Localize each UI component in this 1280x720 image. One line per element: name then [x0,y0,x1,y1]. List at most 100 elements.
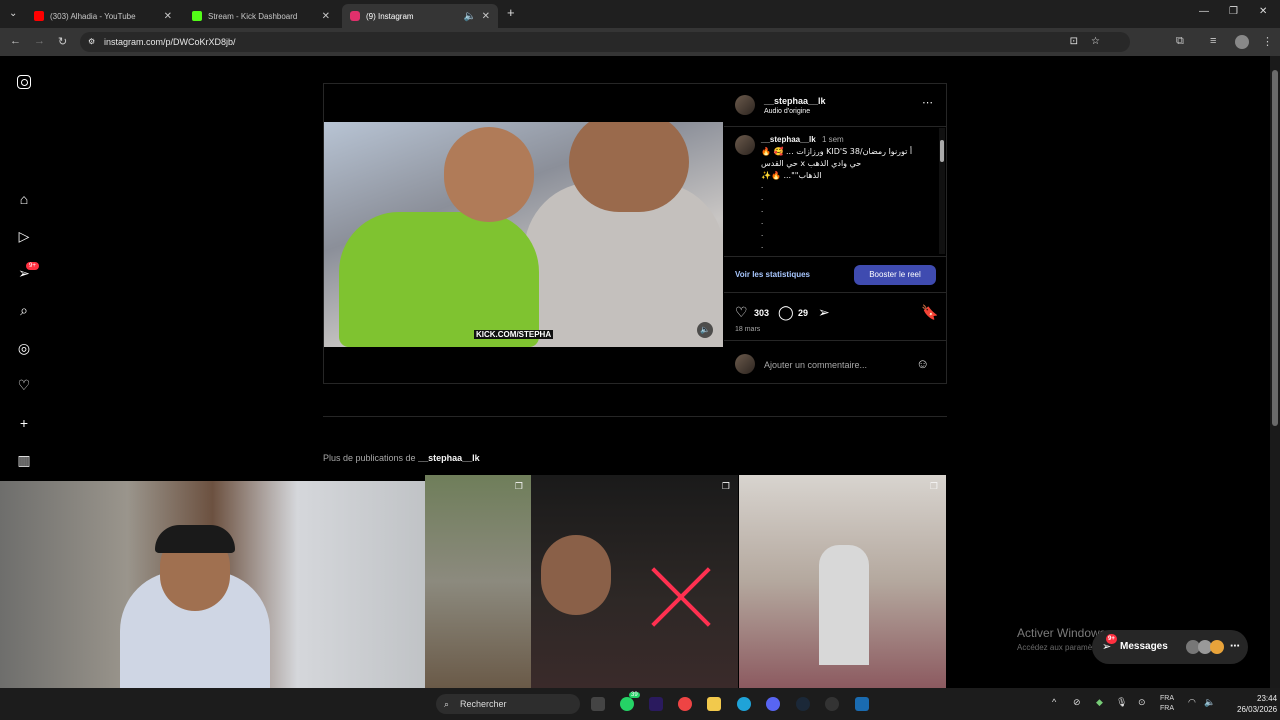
messages-popup[interactable]: ➢ 9+ Messages ⋯ [1092,630,1248,664]
menu-icon[interactable]: ⋮ [1262,35,1273,48]
mute-icon[interactable]: 🔈 [697,322,713,338]
boost-reel-button[interactable]: Booster le reel [854,265,936,285]
post-thumbnail[interactable]: ❐ [739,475,946,688]
home-icon[interactable]: ⌂ [16,191,32,207]
reels-icon[interactable]: ▷ [16,228,32,244]
task-view-icon[interactable] [591,697,605,711]
mic-icon[interactable]: 🎙 [1116,697,1127,708]
post-thumbnail[interactable]: ❐ [531,475,738,688]
back-icon[interactable]: ← [10,35,21,47]
media-icon[interactable]: ≡ [1210,35,1216,47]
maximize-button[interactable]: ❐ [1229,6,1238,17]
like-heart-icon[interactable]: ♡ [735,304,748,321]
whatsapp-icon[interactable] [620,697,634,711]
volume-icon[interactable]: 🔈 [1204,697,1215,708]
browser-tab-bar: ⌄ (303) Alhadia - YouTube ✕ Stream - Kic… [0,0,1280,28]
tab-youtube[interactable]: (303) Alhadia - YouTube ✕ [26,4,180,28]
tab-search-icon[interactable]: ⌄ [9,8,17,19]
clock-date: 26/03/2026 [1237,705,1278,714]
comment-count[interactable]: 29 [798,308,808,318]
messages-popup-badge: 9+ [1106,634,1117,644]
network-icon[interactable]: ⊙ [1138,697,1146,708]
reload-icon[interactable]: ↻ [58,35,67,48]
extensions-icon[interactable]: ⧉ [1176,35,1184,48]
carousel-icon: ❐ [721,481,730,491]
instagram-logo-icon[interactable] [16,74,32,90]
tray-chevron-icon[interactable]: ^ [1052,697,1056,707]
like-count[interactable]: 303 [754,308,769,318]
search-icon: ⌕ [444,699,450,709]
windows-taskbar: ⌕ Rechercher 39 ^ ⊘ ◆ 🎙 ⊙ FRA FRA ◠ 🔈 [0,688,1280,720]
messages-badge: 9+ [26,262,39,270]
tray-icon[interactable]: ⊘ [1073,697,1081,708]
avatar [1210,640,1224,654]
taskbar-search[interactable]: ⌕ Rechercher [436,694,580,714]
close-tab-icon[interactable]: ✕ [164,11,172,22]
author-avatar[interactable] [735,95,755,115]
profile-avatar[interactable] [1235,35,1249,49]
search-icon[interactable]: ⌕ [16,302,32,318]
audio-label[interactable]: Audio d'origine [764,108,810,115]
caption-dots: ...... [761,181,764,250]
site-info-icon[interactable]: ⚙ [88,32,95,52]
tab-kick[interactable]: Stream - Kick Dashboard ✕ [184,4,338,28]
premiere-icon[interactable] [649,697,663,711]
dashboard-icon[interactable]: ▥ [16,452,32,468]
divider [724,126,946,127]
comment-input[interactable]: Ajouter un commentaire... [764,360,867,370]
explore-icon[interactable]: ◎ [16,340,32,356]
emoji-icon[interactable]: ☺ [916,356,929,371]
video-frame: KICK.COM/STEPHA 🔈 [324,122,723,347]
discord-icon[interactable] [766,697,780,711]
app-icon[interactable] [855,697,869,711]
language-indicator[interactable]: FRA FRA [1160,694,1174,714]
page-scrollbar[interactable] [1270,56,1280,688]
caption-handle[interactable]: __stephaa__lk [761,135,816,144]
close-tab-icon[interactable]: ✕ [322,11,330,22]
file-explorer-icon[interactable] [707,697,721,711]
url-input[interactable]: ⚙ instagram.com/p/DWCoKrXD8jb/ ⊡ ☆ [80,32,1130,52]
speaker-icon[interactable]: 🔈 [464,11,476,22]
post-thumbnail[interactable]: ❐ [425,475,531,688]
divider [724,292,946,293]
tab-instagram[interactable]: (9) Instagram 🔈 ✕ [342,4,498,28]
wifi-icon[interactable]: ◠ [1188,697,1196,708]
tab-title: Stream - Kick Dashboard [208,11,298,21]
tray-icon[interactable]: ◆ [1096,697,1103,708]
caption-line: 🔥 🥰 ... ورزازات KID'S 38/أ تورنوا رمضان [761,147,913,156]
caption-scrollbar[interactable] [939,128,945,254]
clock[interactable]: 23:44 26/03/2026 [1237,693,1277,715]
reel-video[interactable]: KICK.COM/STEPHA 🔈 [324,84,723,383]
more-options-icon[interactable]: ⋯ [922,96,933,109]
caption-line: حي القدس x حي وادي الذهب [761,159,862,168]
video-overlay-text: KICK.COM/STEPHA [474,330,554,339]
obs-icon[interactable] [825,697,839,711]
view-stats-link[interactable]: Voir les statistiques [735,270,810,279]
author-handle[interactable]: __stephaa__lk [764,96,826,106]
new-tab-button[interactable]: + [507,5,515,20]
post-sidebar: __stephaa__lk Audio d'origine ⋯ __stepha… [724,84,946,383]
instagram-icon [350,11,360,21]
close-window-button[interactable]: ✕ [1259,6,1267,17]
caption-avatar[interactable] [735,135,755,155]
minimize-button[interactable]: — [1199,6,1209,17]
tab-title: (303) Alhadia - YouTube [50,11,136,21]
comment-icon[interactable]: ◯ [778,304,794,321]
bookmark-star-icon[interactable]: ☆ [1091,32,1100,52]
create-icon[interactable]: + [16,415,32,431]
edge-icon[interactable] [737,697,751,711]
save-bookmark-icon[interactable]: 🔖 [921,304,938,321]
scrollbar-thumb[interactable] [1272,70,1278,426]
share-icon[interactable]: ➢ [818,304,830,321]
steam-icon[interactable] [796,697,810,711]
more-handle[interactable]: __stephaa__lk [418,453,480,463]
install-icon[interactable]: ⊡ [1070,32,1078,52]
chrome-icon[interactable] [678,697,692,711]
section-divider [323,416,947,417]
more-prefix: Plus de publications de [323,453,416,463]
whatsapp-badge: 39 [629,692,640,698]
notifications-heart-icon[interactable]: ♡ [16,377,32,393]
messages-label: Messages [1120,641,1168,652]
forward-icon[interactable]: → [34,35,45,47]
close-tab-icon[interactable]: ✕ [482,11,490,22]
